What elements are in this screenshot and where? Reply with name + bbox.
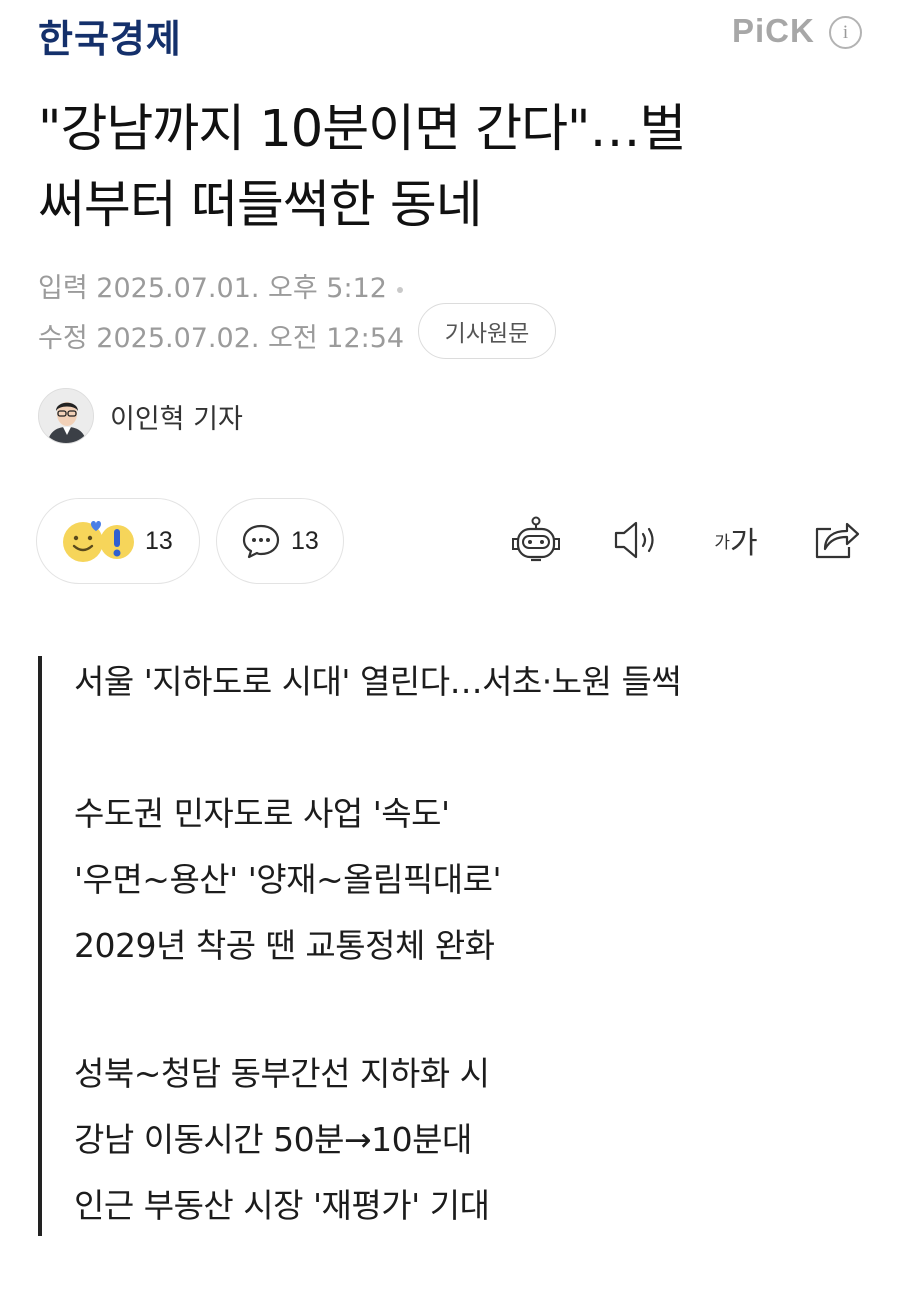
reporter[interactable]: 이인혁 기자: [38, 387, 243, 445]
summary-line: 수도권 민자도로 사업 '속도': [74, 794, 450, 833]
reaction-count: 13: [145, 526, 173, 555]
ai-summary-button[interactable]: [508, 512, 564, 568]
summary-line: 2029년 착공 땐 교통정체 완화: [74, 926, 495, 965]
avatar[interactable]: [38, 388, 94, 444]
font-size-large-label: 가: [730, 526, 758, 561]
press-logo[interactable]: 한국경제: [38, 8, 182, 63]
summary-line: 성북~청담 동부간선 지하화 시: [74, 1054, 490, 1093]
info-icon[interactable]: i: [829, 16, 862, 49]
pick-badge: PiCK: [732, 12, 815, 49]
original-article-button[interactable]: 기사원문: [418, 303, 556, 359]
article-title: "강남까지 10분이면 간다"…벌 써부터 떠들썩한 동네: [38, 92, 838, 244]
header: 한국경제 PiCK i: [0, 0, 900, 70]
reaction-emoji-icon: [63, 521, 134, 562]
input-date: 입력 2025.07.01. 오후 5:12: [38, 266, 403, 305]
summary-headline: 서울 '지하도로 시대' 열린다…서초·노원 들썩: [74, 662, 682, 701]
separator-dot: [396, 286, 403, 293]
reporter-name[interactable]: 이인혁 기자: [110, 397, 243, 436]
summary-line: 강남 이동시간 50분→10분대: [74, 1120, 472, 1159]
article-title-line2: 써부터 떠들썩한 동네: [38, 176, 483, 235]
text-to-speech-button[interactable]: [608, 512, 664, 568]
comment-icon: [242, 524, 280, 559]
speaker-icon: [614, 521, 654, 559]
comment-count: 13: [291, 526, 319, 555]
reaction-button[interactable]: 13: [36, 498, 200, 584]
share-icon: [815, 522, 860, 559]
comment-button[interactable]: 13: [216, 498, 344, 584]
modified-datetime: 2025.07.02. 오전 12:54: [96, 323, 405, 354]
modified-label: 수정: [38, 323, 88, 354]
summary-line: '우면~용산' '양재~올림픽대로': [74, 860, 502, 899]
article-summary: 서울 '지하도로 시대' 열린다…서초·노원 들썩 수도권 민자도로 사업 '속…: [38, 656, 858, 1236]
article-title-line1: "강남까지 10분이면 간다"…벌: [38, 100, 686, 159]
smile-emoji-icon: [63, 521, 103, 562]
share-button[interactable]: [808, 512, 864, 568]
exclamation-emoji-icon: [100, 525, 134, 559]
modified-date: 수정 2025.07.02. 오전 12:54: [38, 316, 404, 355]
font-size-icon[interactable]: 가가: [706, 512, 766, 568]
font-size-small-label: 가: [714, 532, 731, 553]
input-datetime: 2025.07.01. 오후 5:12: [96, 273, 387, 304]
input-label: 입력: [38, 273, 88, 304]
robot-summary-icon: [512, 516, 560, 562]
summary-line: 인근 부동산 시장 '재평가' 기대: [74, 1186, 490, 1225]
